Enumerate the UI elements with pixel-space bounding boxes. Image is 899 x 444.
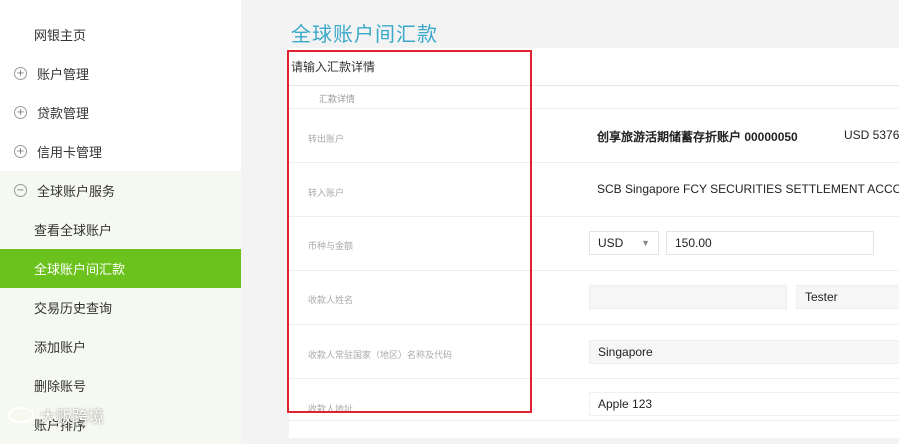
from-account-balance: USD 53767 xyxy=(844,128,899,142)
sidebar-item-credit-card-management[interactable]: + 信用卡管理 xyxy=(0,132,241,171)
recipient-country-select[interactable]: Singapore xyxy=(589,340,899,364)
section-header: 请输入汇款详情 xyxy=(289,48,899,86)
watermark-logo-icon xyxy=(8,407,34,423)
sidebar-item-global-account-service[interactable]: − 全球账户服务 xyxy=(0,171,241,210)
sidebar-item-global-transfer[interactable]: 全球账户间汇款 xyxy=(0,249,241,288)
from-account-value[interactable]: 创享旅游活期储蓄存折账户 00000050 xyxy=(597,128,798,145)
sidebar-item-view-global-accounts[interactable]: 查看全球账户 xyxy=(0,210,241,249)
sidebar-item-label: 全球账户服务 xyxy=(37,184,116,199)
currency-select[interactable]: USD ▼ xyxy=(589,231,659,255)
recipient-address-label: 收款人地址 xyxy=(308,404,354,414)
collapse-icon: − xyxy=(14,184,27,197)
sidebar-item-label: 账户管理 xyxy=(37,67,90,82)
divider xyxy=(289,162,899,163)
expand-icon: + xyxy=(14,106,27,119)
recipient-last-name-input[interactable]: Tester xyxy=(796,285,899,309)
sidebar-item-label: 信用卡管理 xyxy=(37,145,103,160)
divider xyxy=(289,108,899,109)
sidebar-item-account-management[interactable]: + 账户管理 xyxy=(0,54,241,93)
sidebar-item-label: 全球账户间汇款 xyxy=(34,262,126,277)
sidebar-nav: 网银主页 + 账户管理 + 贷款管理 + 信用卡管理 − 全球账户服务 查看全球… xyxy=(0,0,242,444)
recipient-address-input[interactable]: Apple 123 xyxy=(589,392,899,416)
divider xyxy=(289,378,899,379)
recipient-country-value: Singapore xyxy=(598,345,653,359)
expand-icon: + xyxy=(14,67,27,80)
recipient-first-name-input[interactable] xyxy=(589,285,787,309)
page-title: 全球账户间汇款 xyxy=(291,24,438,46)
to-account-value[interactable]: SCB Singapore FCY SECURITIES SETTLEMENT … xyxy=(597,182,899,196)
divider xyxy=(289,216,899,217)
amount-input[interactable]: 150.00 xyxy=(666,231,874,255)
to-account-label: 转入账户 xyxy=(308,188,345,198)
divider xyxy=(289,420,899,421)
recipient-name-label: 收款人姓名 xyxy=(308,295,354,305)
recipient-country-label: 收款人常驻国家（地区）名称及代码 xyxy=(308,350,453,360)
main-content: 全球账户间汇款 请输入汇款详情 汇款详情 转出账户 创享旅游活期储蓄存折账户 0… xyxy=(241,0,899,438)
divider xyxy=(289,270,899,271)
sidebar-item-transaction-history[interactable]: 交易历史查询 xyxy=(0,288,241,327)
sidebar-item-delete-account[interactable]: 删除账号 xyxy=(0,366,241,405)
sidebar-item-loan-management[interactable]: + 贷款管理 xyxy=(0,93,241,132)
divider xyxy=(289,324,899,325)
dropdown-arrow-icon: ▼ xyxy=(641,238,650,248)
recipient-name-value: Tester xyxy=(805,290,838,304)
sidebar-item-home[interactable]: 网银主页 xyxy=(0,15,241,54)
sidebar-item-label: 删除账号 xyxy=(34,379,87,394)
sidebar-item-label: 添加账户 xyxy=(34,340,87,355)
currency-value: USD xyxy=(598,236,624,250)
recipient-address-value: Apple 123 xyxy=(598,397,653,411)
currency-amount-label: 币种与金额 xyxy=(308,241,354,251)
sidebar-item-label: 查看全球账户 xyxy=(34,223,113,238)
sidebar-item-label: 贷款管理 xyxy=(37,106,90,121)
transfer-form: 请输入汇款详情 汇款详情 转出账户 创享旅游活期储蓄存折账户 00000050 … xyxy=(289,48,899,438)
sidebar-item-label: 网银主页 xyxy=(34,28,87,43)
watermark-text: 大贩跨境 xyxy=(40,409,105,426)
form-subheader: 汇款详情 xyxy=(319,94,356,104)
sidebar-item-add-account[interactable]: 添加账户 xyxy=(0,327,241,366)
expand-icon: + xyxy=(14,145,27,158)
from-account-label: 转出账户 xyxy=(308,134,345,144)
watermark: 大贩跨境 xyxy=(8,403,104,427)
amount-value: 150.00 xyxy=(675,236,712,250)
sidebar-item-label: 交易历史查询 xyxy=(34,301,113,316)
